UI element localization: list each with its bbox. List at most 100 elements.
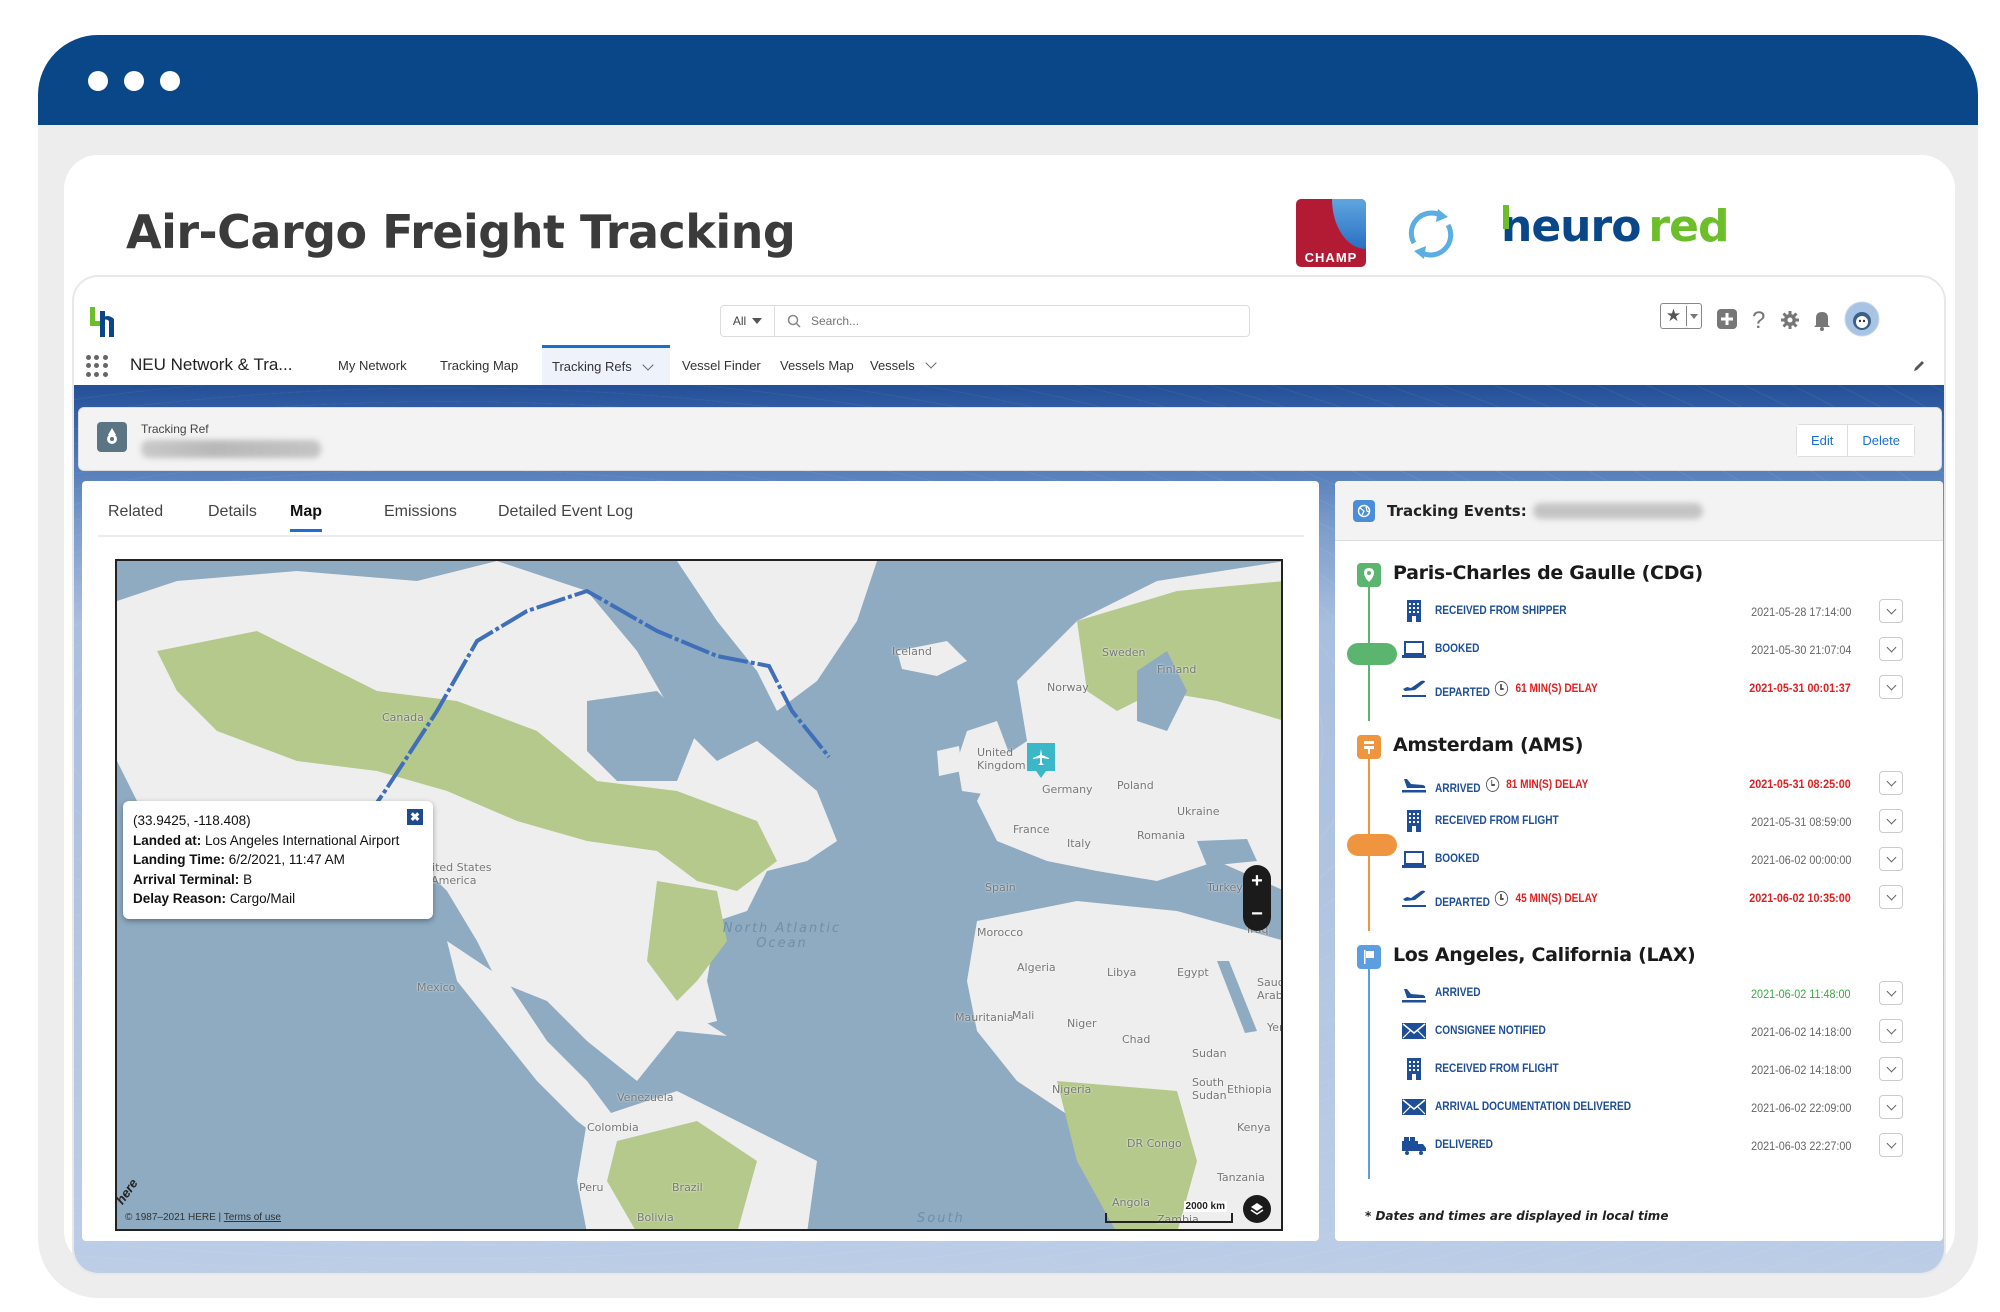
map-label-angola: Angola [1112,1196,1151,1209]
map-label-brazil: Brazil [672,1181,703,1194]
map-label-tanzania: Tanzania [1217,1171,1265,1184]
map-label-canada: Canada [382,711,424,724]
event-label: ARRIVED 81 MIN(S) DELAY [1435,777,1589,795]
nav-label: Tracking Refs [552,359,632,374]
zoom-in-button[interactable]: + [1251,870,1263,893]
record-actions: Edit Delete [1796,424,1915,457]
map-label-nigeria: Nigeria [1052,1083,1092,1096]
favorites-button[interactable]: ★ [1660,303,1702,329]
event-row: CONSIGNEE NOTIFIED 2021-06-02 14:18:00 [1401,1017,1921,1047]
notifications-icon[interactable] [1812,309,1832,331]
search-input[interactable] [811,314,1231,328]
sync-icon [1408,209,1454,259]
record-type-label: Tracking Ref [141,422,209,436]
flight-marker[interactable] [1027,743,1055,778]
nav-tracking-map[interactable]: Tracking Map [430,345,528,385]
map-label-chad: Chad [1122,1033,1151,1046]
app-launcher-icon[interactable] [86,355,108,377]
edit-nav-pencil-icon[interactable] [1912,359,1926,373]
plane-landing-icon [1401,981,1427,1005]
tab-related[interactable]: Related [108,503,163,529]
event-row: ARRIVAL DOCUMENTATION DELIVERED 2021-06-… [1401,1093,1921,1123]
event-expand-button[interactable] [1879,675,1903,699]
map-zoom-control: + − [1243,865,1271,931]
event-expand-button[interactable] [1879,885,1903,909]
event-label: DEPARTED 45 MIN(S) DELAY [1435,891,1598,909]
nav-tracking-refs[interactable]: Tracking Refs [542,345,670,385]
map-label-algeria: Algeria [1017,961,1056,974]
clock-icon [1495,681,1509,696]
event-label: DELIVERED [1435,1139,1493,1151]
tab-map[interactable]: Map [290,503,322,532]
map-label-mali: Mali [1012,1009,1035,1022]
event-expand-button[interactable] [1879,771,1903,795]
close-icon[interactable]: ✖ [407,809,423,825]
map-label-south-sudan: South Sudan [1192,1076,1227,1102]
window-dot-icon [124,71,144,91]
zoom-out-button[interactable]: − [1251,903,1263,926]
chevron-down-icon[interactable] [642,358,654,371]
event-label: CONSIGNEE NOTIFIED [1435,1025,1546,1037]
plane-takeoff-icon [1401,885,1427,909]
map-label-spain: Spain [985,881,1016,894]
map-label-mauritania: Mauritania [955,1011,1014,1024]
map-label-saudi-arabia: Saudi Arabia [1257,976,1283,1002]
timeline-progress-marker [1347,643,1397,665]
favorites-dropdown[interactable] [1687,313,1701,319]
chevron-down-icon[interactable] [925,357,937,369]
delay-indicator: 81 MIN(S) DELAY [1485,777,1588,792]
window-dot-icon [88,71,108,91]
event-time: 2021-06-02 14:18:00 [1750,1063,1851,1077]
map-label-ukraine: Ukraine [1177,805,1220,818]
tracking-ref-icon [97,422,127,452]
nav-label: Tracking Map [440,357,519,373]
terms-of-use-link[interactable]: Terms of use [224,1212,281,1223]
event-expand-button[interactable] [1879,599,1903,623]
map-layers-button[interactable] [1243,1195,1271,1223]
event-expand-button[interactable] [1879,847,1903,871]
event-expand-button[interactable] [1879,1057,1903,1081]
map-label-france: France [1013,823,1050,836]
event-expand-button[interactable] [1879,637,1903,661]
edit-button[interactable]: Edit [1797,425,1848,456]
map-attribution: © 1987–2021 HERE | Terms of use [125,1212,281,1223]
nav-vessels[interactable]: Vessels [860,345,945,385]
map-label-iceland: Iceland [892,645,932,658]
nav-label: Vessels Map [780,357,854,373]
settings-icon[interactable] [1780,310,1800,330]
browser-frame: Air-Cargo Freight Tracking CHAMP neuro re… [38,35,1978,1298]
global-search[interactable]: All [720,305,1250,337]
event-row: ARRIVED 2021-06-02 11:48:00 [1401,979,1921,1009]
event-expand-button[interactable] [1879,981,1903,1005]
building-icon [1401,809,1427,833]
event-expand-button[interactable] [1879,809,1903,833]
event-label: RECEIVED FROM FLIGHT [1435,815,1559,827]
envelope-icon [1401,1095,1427,1119]
event-expand-button[interactable] [1879,1095,1903,1119]
tab-emissions[interactable]: Emissions [384,503,457,529]
event-label: RECEIVED FROM SHIPPER [1435,605,1567,617]
truck-icon [1401,1133,1427,1157]
plane-landing-icon [1401,771,1427,795]
map-scale-bar: 2000 km [1105,1201,1233,1223]
map-label-venezuela: Venezuela [617,1091,674,1104]
add-icon[interactable] [1716,308,1738,330]
search-scope-dropdown[interactable]: All [721,306,775,336]
nav-vessel-finder[interactable]: Vessel Finder [672,345,771,385]
nav-vessels-map[interactable]: Vessels Map [770,345,864,385]
event-time: 2021-06-02 14:18:00 [1750,1025,1851,1039]
nav-my-network[interactable]: My Network [328,345,417,385]
tab-details[interactable]: Details [208,503,257,529]
event-time: 2021-05-31 00:01:37 [1749,681,1851,695]
app-nav-bar: NEU Network & Tra... My Network Tracking… [74,345,1944,385]
event-expand-button[interactable] [1879,1019,1903,1043]
tracking-map[interactable]: Canada United States of America Mexico V… [115,559,1283,1231]
tab-detailed-event-log[interactable]: Detailed Event Log [498,503,633,529]
delete-button[interactable]: Delete [1847,425,1914,456]
help-icon[interactable]: ? [1752,303,1765,339]
event-time: 2021-06-02 00:00:00 [1750,853,1851,867]
tracking-events-ref-redacted: [redacted] [1532,502,1703,519]
event-expand-button[interactable] [1879,1133,1903,1157]
avatar[interactable] [1844,301,1880,337]
event-row: BOOKED 2021-05-30 21:07:04 [1401,635,1921,665]
